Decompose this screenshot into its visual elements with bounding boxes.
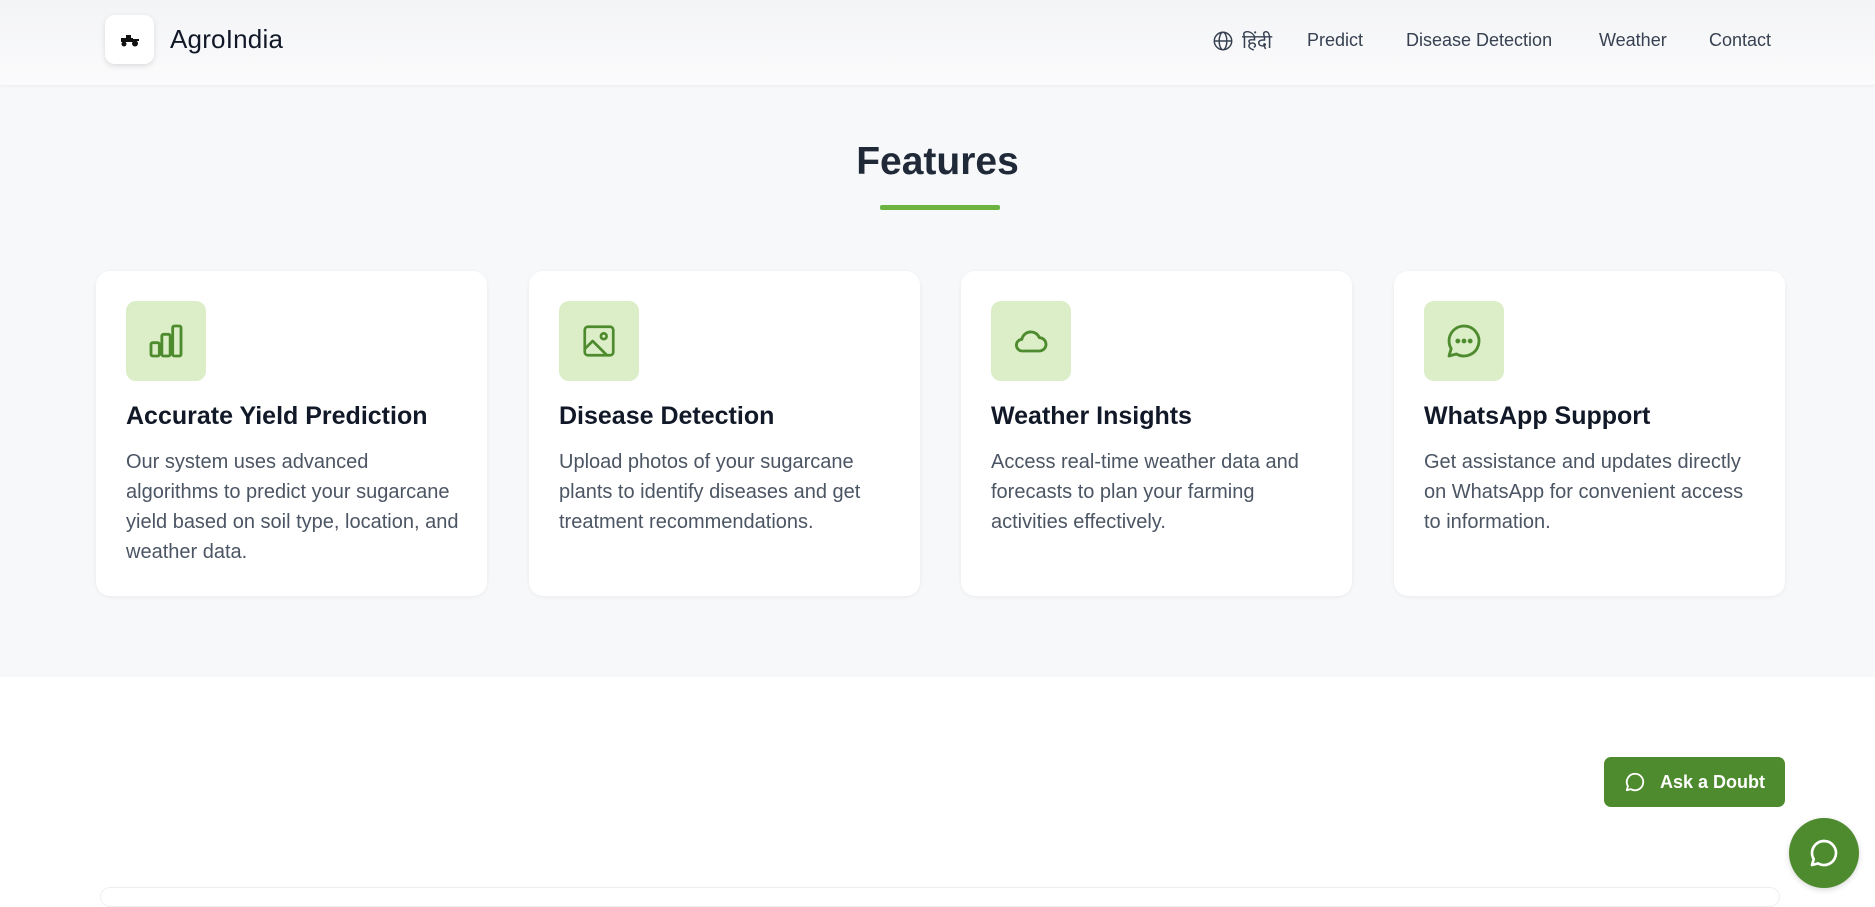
nav-link-predict[interactable]: Predict bbox=[1307, 30, 1363, 51]
chat-bubble-icon bbox=[1810, 839, 1838, 867]
card-title: WhatsApp Support bbox=[1424, 402, 1651, 430]
language-label: हिंदी bbox=[1242, 32, 1273, 53]
chat-bubble-icon bbox=[1625, 772, 1645, 792]
card-title: Accurate Yield Prediction bbox=[126, 402, 428, 430]
image-icon bbox=[583, 325, 615, 357]
card-icon-box bbox=[991, 301, 1071, 381]
cloud-icon bbox=[1015, 330, 1048, 353]
ask-doubt-label: Ask a Doubt bbox=[1660, 771, 1766, 792]
card-icon-box bbox=[559, 301, 639, 381]
message-dots-icon bbox=[1447, 324, 1481, 358]
card-description: Get assistance and updates directly on W… bbox=[1424, 451, 1744, 533]
nav-link-disease-detection[interactable]: Disease Detection bbox=[1406, 30, 1552, 51]
card-icon-box bbox=[1424, 301, 1504, 381]
feature-card-weather: Weather Insights Access real-time weathe… bbox=[961, 271, 1352, 596]
tractor-icon bbox=[120, 34, 139, 46]
navbar: AgroIndia हिंदी Predict Disease Detectio… bbox=[0, 0, 1875, 85]
card-description: Upload photos of your sugarcane plants t… bbox=[559, 451, 861, 533]
chat-fab-button[interactable] bbox=[1789, 818, 1859, 888]
bar-chart-icon bbox=[149, 324, 183, 358]
card-title: Weather Insights bbox=[991, 402, 1192, 430]
feature-card-yield: Accurate Yield Prediction Our system use… bbox=[96, 271, 487, 596]
nav-link-contact[interactable]: Contact bbox=[1709, 30, 1771, 51]
globe-icon bbox=[1213, 31, 1233, 51]
card-title: Disease Detection bbox=[559, 402, 775, 430]
nav-link-weather[interactable]: Weather bbox=[1599, 30, 1667, 51]
ask-doubt-button[interactable]: Ask a Doubt bbox=[1604, 757, 1785, 807]
section-title: Features bbox=[856, 140, 1019, 183]
card-icon-box bbox=[126, 301, 206, 381]
brand-name[interactable]: AgroIndia bbox=[170, 24, 283, 55]
title-underline bbox=[880, 205, 1000, 210]
next-section-card bbox=[100, 887, 1780, 907]
card-description: Access real-time weather data and foreca… bbox=[991, 451, 1299, 533]
feature-card-disease: Disease Detection Upload photos of your … bbox=[529, 271, 920, 596]
logo[interactable] bbox=[105, 15, 154, 64]
features-section: Features Accurate Yield Prediction Our s… bbox=[0, 85, 1875, 677]
feature-card-whatsapp: WhatsApp Support Get assistance and upda… bbox=[1394, 271, 1785, 596]
language-toggle[interactable]: हिंदी bbox=[1212, 26, 1272, 56]
card-description: Our system uses advanced algorithms to p… bbox=[126, 451, 459, 563]
